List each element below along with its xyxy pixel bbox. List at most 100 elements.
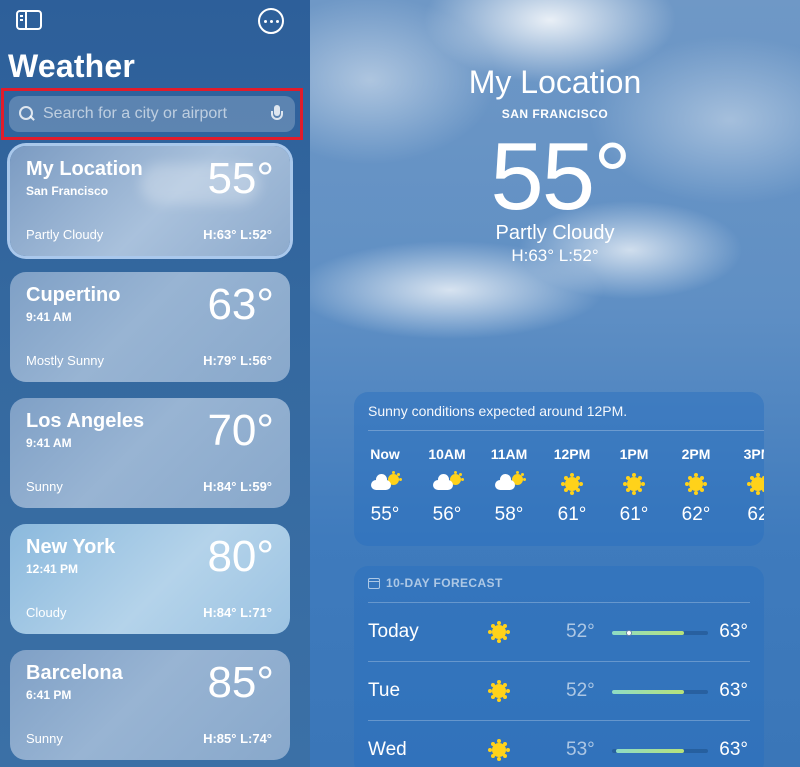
- day-high: 63°: [719, 621, 748, 642]
- current-high-low: H:63° L:52°: [511, 246, 599, 265]
- city-card-new-york[interactable]: New York 12:41 PM 80° Cloudy H:84° L:71°: [10, 524, 290, 634]
- sidebar-toggle-icon[interactable]: [16, 10, 42, 30]
- sun-icon: [484, 735, 514, 765]
- city-condition: Sunny: [26, 479, 63, 494]
- sun-icon: [484, 617, 514, 647]
- city-condition: Mostly Sunny: [26, 353, 105, 368]
- city-temperature: 70°: [207, 406, 274, 455]
- hour-temperature: 56°: [432, 504, 462, 525]
- city-subtitle: 9:41 AM: [26, 436, 72, 450]
- hour-item: 2PM 62°: [671, 446, 721, 526]
- city-condition: Partly Cloudy: [26, 227, 104, 242]
- app-title: Weather: [8, 48, 136, 84]
- location-title: My Location: [468, 64, 642, 100]
- city-high-low: H:79° L:56°: [203, 353, 272, 368]
- sidebar-toolbar: [0, 6, 310, 34]
- city-condition: Cloudy: [26, 605, 67, 620]
- city-subtitle: San Francisco: [26, 184, 109, 198]
- city-card-barcelona[interactable]: Barcelona 6:41 PM 85° Sunny H:85° L:74°: [10, 650, 290, 760]
- city-high-low: H:84° L:71°: [203, 605, 272, 620]
- calendar-icon: [368, 577, 380, 589]
- sun-icon: [733, 464, 764, 504]
- partly-cloudy-icon: [360, 464, 410, 504]
- city-temperature: 80°: [207, 532, 274, 581]
- current-condition: Partly Cloudy: [495, 222, 615, 244]
- hourly-summary: Sunny conditions expected around 12PM.: [368, 403, 628, 419]
- hour-item: 11AM 58°: [484, 446, 534, 526]
- city-card-my-location[interactable]: My Location San Francisco 55° Partly Clo…: [10, 146, 290, 256]
- temperature-range-bar: [612, 749, 708, 753]
- hourly-forecast-panel[interactable]: Sunny conditions expected around 12PM. N…: [354, 392, 764, 546]
- hour-temperature: 61°: [557, 504, 587, 525]
- temperature-range-fill: [612, 690, 684, 694]
- day-low: 53°: [566, 739, 595, 760]
- day-name: Today: [368, 621, 419, 642]
- city-high-low: H:84° L:59°: [203, 479, 272, 494]
- day-low: 52°: [566, 621, 595, 642]
- city-subtitle: 12:41 PM: [26, 562, 79, 576]
- city-high-low: H:85° L:74°: [203, 731, 272, 746]
- day-name: Wed: [368, 739, 407, 760]
- hour-label: 3PM: [743, 446, 764, 462]
- sun-icon: [609, 464, 659, 504]
- city-temperature: 55°: [207, 154, 274, 203]
- search-field[interactable]: [9, 96, 295, 132]
- partly-cloudy-icon: [484, 464, 534, 504]
- hour-label: 10AM: [428, 446, 466, 462]
- city-name: My Location: [26, 158, 143, 180]
- current-temperature: 55°: [490, 123, 631, 230]
- city-condition: Sunny: [26, 731, 63, 746]
- ten-day-header: 10-DAY FORECAST: [368, 576, 503, 590]
- ten-day-forecast-panel[interactable]: 10-DAY FORECAST Today 52° 63° Tue 52° 63° Wed 5…: [354, 566, 764, 767]
- day-row[interactable]: Today 52° 63°: [368, 602, 750, 660]
- temperature-range-bar: [612, 630, 708, 636]
- microphone-icon[interactable]: [271, 105, 283, 123]
- temperature-range-bar: [612, 690, 708, 694]
- city-temperature: 85°: [207, 658, 274, 707]
- hour-item: 3PM 62: [733, 446, 764, 526]
- ten-day-header-label: 10-DAY FORECAST: [386, 576, 503, 590]
- hour-label: 1PM: [619, 446, 649, 462]
- sun-icon: [671, 464, 721, 504]
- partly-cloudy-icon: [422, 464, 472, 504]
- hour-item: 10AM 56°: [422, 446, 472, 526]
- hour-label: Now: [370, 446, 400, 462]
- sun-icon: [547, 464, 597, 504]
- city-name: New York: [26, 536, 116, 558]
- city-name: Los Angeles: [26, 410, 145, 432]
- location-subtitle: SAN FRANCISCO: [501, 107, 609, 121]
- hour-temperature: 61°: [619, 504, 649, 525]
- hour-temperature: 62°: [681, 504, 711, 525]
- hour-label: 12PM: [553, 446, 591, 462]
- hour-temperature: 62: [747, 504, 764, 525]
- city-card-los-angeles[interactable]: Los Angeles 9:41 AM 70° Sunny H:84° L:59…: [10, 398, 290, 508]
- hour-temperature: 55°: [370, 504, 400, 525]
- hour-label: 11AM: [490, 446, 528, 462]
- sidebar: Weather My Location San Francisco 55° Pa…: [0, 0, 310, 767]
- weather-detail: My Location SAN FRANCISCO 55° Partly Clo…: [310, 0, 800, 767]
- city-subtitle: 9:41 AM: [26, 310, 72, 324]
- day-high: 63°: [719, 739, 748, 760]
- day-high: 63°: [719, 680, 748, 701]
- divider: [368, 430, 764, 431]
- city-temperature: 63°: [207, 280, 274, 329]
- hour-item: 12PM 61°: [547, 446, 597, 526]
- city-name: Barcelona: [26, 662, 123, 684]
- city-card-cupertino[interactable]: Cupertino 9:41 AM 63° Mostly Sunny H:79°…: [10, 272, 290, 382]
- search-icon: [19, 106, 35, 122]
- search-input[interactable]: [43, 105, 271, 123]
- hour-temperature: 58°: [494, 504, 524, 525]
- hour-label: 2PM: [681, 446, 711, 462]
- city-name: Cupertino: [26, 284, 121, 306]
- day-name: Tue: [368, 680, 401, 701]
- hour-item: Now 55°: [360, 446, 410, 526]
- city-high-low: H:63° L:52°: [203, 227, 272, 242]
- day-row[interactable]: Tue 52° 63°: [368, 661, 750, 719]
- hour-item: 1PM 61°: [609, 446, 659, 526]
- more-options-icon[interactable]: [258, 8, 284, 34]
- day-low: 52°: [566, 680, 595, 701]
- sun-icon: [484, 676, 514, 706]
- day-row[interactable]: Wed 53° 63°: [368, 720, 750, 767]
- search-highlight-box: [1, 88, 303, 140]
- temperature-range-fill: [612, 631, 684, 635]
